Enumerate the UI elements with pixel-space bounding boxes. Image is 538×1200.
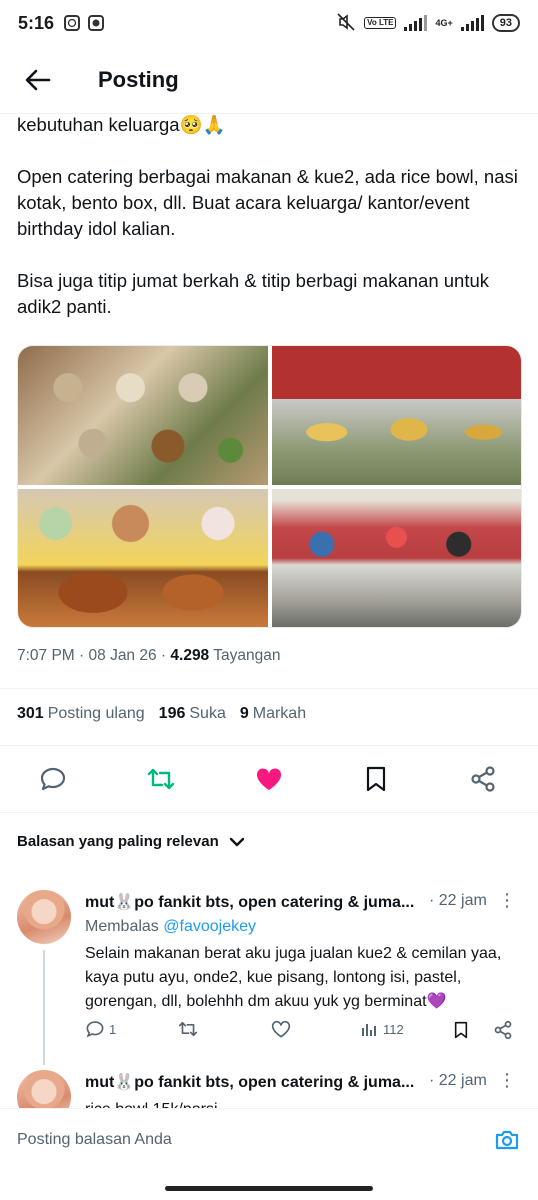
home-gesture-handle[interactable] (165, 1186, 373, 1191)
camera-icon (495, 1130, 519, 1149)
reply-views-count: 112 (383, 1021, 404, 1037)
signal-icon-2 (460, 15, 484, 31)
divider (0, 745, 538, 746)
replying-to-handle[interactable]: @favoojekey (163, 918, 256, 935)
reply-time: · 22 jam (429, 1072, 487, 1089)
replies-sort-label: Balasan yang paling relevan (17, 833, 219, 850)
reply-time: · 22 jam (429, 892, 487, 909)
tweet-meta: 7:07 PM · 08 Jan 26 · 4.298 Tayangan (17, 647, 281, 664)
share-icon (494, 1020, 512, 1040)
reply-reply-button[interactable]: 1 (85, 1020, 116, 1038)
bookmark-button[interactable] (361, 764, 391, 794)
share-icon (471, 766, 495, 792)
reply-item[interactable]: mut🐰po fankit bts, open catering & juma.… (0, 1060, 538, 1110)
tweet-text-line: kebutuhan keluarga🥺🙏 (17, 114, 226, 135)
bookmark-icon (454, 1021, 468, 1039)
thread-line (43, 950, 45, 1065)
status-time: 5:16 (18, 12, 55, 33)
tweet-text-paragraph: Bisa juga titip jumat berkah & titip ber… (17, 270, 490, 317)
media-image-3[interactable] (18, 488, 268, 627)
reply-author-name[interactable]: mut🐰po fankit bts, open catering & juma.… (85, 892, 414, 912)
replies-sort-dropdown[interactable]: Balasan yang paling relevan (17, 833, 245, 850)
back-button[interactable] (18, 60, 58, 100)
tweet-time: 7:07 PM (17, 647, 75, 664)
reply-body: Selain makanan berat aku juga jualan kue… (85, 945, 502, 1010)
tweet-action-bar (0, 754, 538, 804)
media-image-4[interactable] (271, 488, 521, 627)
network-type: 4G+ (435, 17, 453, 28)
divider (0, 688, 538, 689)
whatsapp-icon (64, 15, 81, 31)
signal-icon (404, 15, 428, 31)
avatar[interactable] (17, 1070, 71, 1110)
heart-icon (271, 1020, 291, 1038)
reply-share-button[interactable] (493, 1020, 513, 1040)
reply-repost-button[interactable] (177, 1020, 199, 1038)
repost-icon (178, 1021, 198, 1037)
reply-icon (40, 767, 66, 791)
repost-icon (147, 768, 175, 790)
replying-to: Membalas @favoojekey (85, 918, 256, 935)
reply-button[interactable] (38, 764, 68, 794)
more-options-icon[interactable]: ⋮ (498, 890, 516, 911)
reply-author-name[interactable]: mut🐰po fankit bts, open catering & juma.… (85, 1072, 414, 1092)
media-grid (17, 345, 522, 628)
tweet-date: 08 Jan 26 (88, 647, 157, 664)
volte-badge: Vo LTE (364, 17, 397, 29)
arrow-left-icon (25, 69, 51, 90)
bookmarks-stat[interactable]: 9 Markah (240, 705, 306, 723)
top-app-bar: Posting (0, 46, 538, 114)
likes-stat[interactable]: 196 Suka (159, 705, 226, 723)
reply-count: 1 (109, 1021, 117, 1037)
tweet-stats: 301 Posting ulang 196 Suka 9 Markah (17, 705, 306, 723)
media-image-1[interactable] (18, 346, 268, 485)
mute-icon (336, 12, 356, 34)
reply-views[interactable]: 112 (361, 1020, 404, 1038)
divider (0, 812, 538, 813)
bookmark-icon (366, 766, 386, 792)
reply-like-button[interactable] (271, 1020, 291, 1038)
more-options-icon[interactable]: ⋮ (498, 1070, 516, 1091)
tweet-text-paragraph: Open catering berbagai makanan & kue2, a… (17, 166, 518, 239)
media-image-2[interactable] (271, 346, 521, 485)
tweet-views-label: Tayangan (213, 647, 281, 664)
reply-input-placeholder[interactable]: Posting balasan Anda (17, 1131, 172, 1149)
reply-actions: 1 112 (85, 1020, 515, 1044)
share-button[interactable] (468, 764, 498, 794)
repost-button[interactable] (146, 764, 176, 794)
reply-item[interactable]: mut🐰po fankit bts, open catering & juma.… (0, 880, 538, 1065)
page-title: Posting (98, 66, 179, 92)
reposts-stat[interactable]: 301 Posting ulang (17, 705, 145, 723)
reply-bookmark-button[interactable] (453, 1020, 469, 1040)
avatar[interactable] (17, 890, 71, 944)
reply-composer[interactable]: Posting balasan Anda (0, 1108, 538, 1170)
heart-filled-icon (256, 768, 282, 790)
camera-button[interactable] (493, 1126, 521, 1154)
like-button[interactable] (254, 764, 284, 794)
reply-icon (86, 1021, 104, 1038)
app-notification-icon (88, 15, 105, 31)
battery-indicator: 93 (491, 14, 520, 32)
views-bar-icon (362, 1024, 376, 1036)
tweet-views-count: 4.298 (170, 647, 210, 664)
system-nav-bar (0, 1170, 538, 1200)
chevron-down-icon (229, 837, 244, 846)
tweet-text: kebutuhan keluarga🥺🙏 Open catering berba… (17, 112, 522, 346)
status-bar: 5:16 Vo LTE 4G+ 93 (0, 0, 538, 46)
